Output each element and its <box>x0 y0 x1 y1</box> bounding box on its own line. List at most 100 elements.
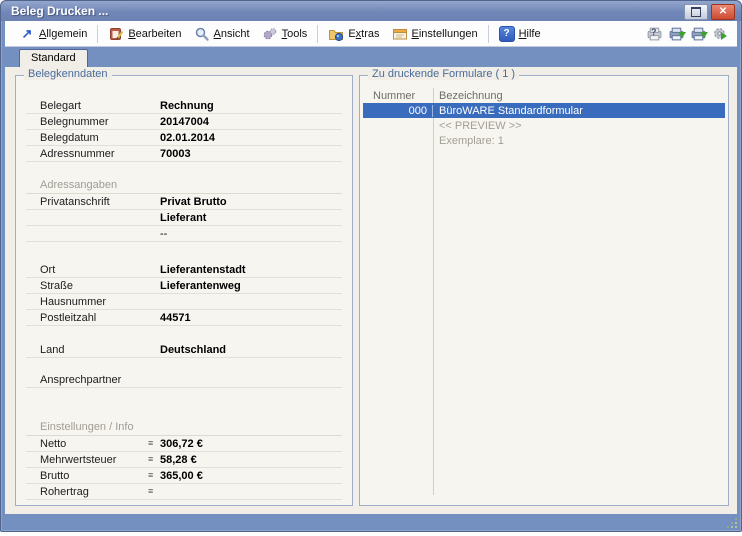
field-row: Lieferant <box>26 210 342 226</box>
cell-nummer: 000 <box>363 104 433 117</box>
field-label: Adressnummer <box>40 147 115 160</box>
menu-separator <box>487 24 489 43</box>
field-value: 70003 <box>160 147 191 160</box>
field-value: 365,00 € <box>160 469 203 482</box>
belegkenndaten-panel: Belegkenndaten Belegart Rechnung Belegnumm… <box>15 68 353 506</box>
field-label: Privatanschrift <box>40 195 110 208</box>
table-row[interactable]: Exemplare: 1 <box>363 133 725 148</box>
field-value: 02.01.2014 <box>160 131 216 144</box>
field-row: Brutto ≡ 365,00 € <box>26 468 342 484</box>
menu-hilfe[interactable]: ? Hilfe <box>493 24 547 44</box>
field-row: Belegdatum 02.01.2014 <box>26 130 342 146</box>
field-row: Land Deutschland <box>26 342 342 358</box>
field-label: Belegnummer <box>40 115 109 128</box>
menu-bearbeiten[interactable]: Bearbeiten <box>102 24 187 44</box>
menu-label: Allgemein <box>39 27 88 40</box>
value-marker-icon: ≡ <box>148 470 154 480</box>
question-overlay-icon: ? <box>651 27 657 37</box>
menu-label: Ansicht <box>213 27 250 40</box>
resize-grip[interactable] <box>724 516 738 529</box>
toolbar-right: ? <box>646 25 737 42</box>
table-row[interactable]: << PREVIEW >> <box>363 118 725 133</box>
value-marker-icon: ≡ <box>148 454 154 464</box>
green-down-arrow-icon <box>700 32 708 42</box>
field-label: Mehrwertsteuer <box>40 453 117 466</box>
content-area: Belegkenndaten Belegart Rechnung Belegnumm… <box>5 67 737 514</box>
field-row: Privatanschrift Privat Brutto <box>26 194 342 210</box>
field-value: Lieferant <box>160 211 207 224</box>
field-value: Deutschland <box>160 343 227 356</box>
value-marker-icon: ≡ <box>148 486 154 496</box>
form-settings-button[interactable] <box>712 25 729 42</box>
menu-separator <box>317 24 319 43</box>
field-label: Postleitzahl <box>40 311 97 324</box>
field-label: Rohertrag <box>40 485 89 498</box>
field-value: Privat Brutto <box>160 195 227 208</box>
field-label: Netto <box>40 437 67 450</box>
titlebar[interactable]: Beleg Drucken ... ✕ <box>1 1 741 21</box>
field-label: Ort <box>40 263 56 276</box>
field-label: Belegdatum <box>40 131 99 144</box>
field-row: Rohertrag ≡ <box>26 484 342 500</box>
form-export-button[interactable] <box>668 25 686 42</box>
field-value: Rechnung <box>160 99 214 112</box>
field-value: Lieferantenstadt <box>160 263 246 276</box>
form-import-button[interactable] <box>690 25 708 42</box>
field-value: 58,28 € <box>160 453 197 466</box>
close-icon: ✕ <box>718 6 728 17</box>
field-row: Netto ≡ 306,72 € <box>26 436 342 452</box>
folder-globe-icon <box>328 26 344 42</box>
print-help-button[interactable]: ? <box>646 25 663 42</box>
beleg-drucken-window: Beleg Drucken ... ✕ ↗ Allgemein Bearbeit… <box>0 0 742 532</box>
tab-strip: Standard <box>5 47 737 67</box>
menu-label: Hilfe <box>518 27 541 40</box>
green-down-arrow-icon <box>678 32 686 42</box>
field-row: Belegnummer 20147004 <box>26 114 342 130</box>
menu-label: Bearbeiten <box>128 27 182 40</box>
table-row[interactable]: 000 BüroWARE Standardformular <box>363 103 725 118</box>
maximize-icon <box>691 7 701 17</box>
menu-tools[interactable]: Tools <box>256 24 314 44</box>
maximize-button[interactable] <box>684 4 708 20</box>
cell-bezeichnung: BüroWARE Standardformular <box>439 104 583 117</box>
panel-title-formulare: Zu druckende Formulare ( 1 ) <box>368 68 520 80</box>
window-title: Beleg Drucken ... <box>11 4 109 18</box>
gears-icon <box>262 26 278 42</box>
green-right-arrow-icon <box>721 32 731 40</box>
field-value: 20147004 <box>160 115 209 128</box>
menu-extras[interactable]: Extras <box>322 24 385 44</box>
window-controls: ✕ <box>684 4 735 20</box>
form-list: 000 BüroWARE Standardformular << PREVIEW >… <box>363 103 725 148</box>
cell-bezeichnung: << PREVIEW >> <box>439 119 522 132</box>
column-header-nummer[interactable]: Nummer <box>363 90 433 102</box>
tab-standard[interactable]: Standard <box>19 49 88 67</box>
edit-notebook-icon <box>108 26 124 42</box>
menu-allgemein[interactable]: ↗ Allgemein <box>13 24 93 44</box>
menu-einstellungen[interactable]: Einstellungen <box>386 24 484 44</box>
menu-bar: ↗ Allgemein Bearbeiten Ansicht Tools Ext… <box>5 21 737 47</box>
value-marker-icon: ≡ <box>148 438 154 448</box>
field-row: Ort Lieferantenstadt <box>26 262 342 278</box>
magnifier-icon <box>194 26 210 42</box>
table-header: Nummer Bezeichnung <box>363 88 725 103</box>
field-label: Straße <box>40 279 74 292</box>
field-value: -- <box>160 227 168 240</box>
panel-title-belegkenndaten: Belegkenndaten <box>24 68 112 80</box>
field-row: Straße Lieferantenweg <box>26 278 342 294</box>
field-row: Mehrwertsteuer ≡ 58,28 € <box>26 452 342 468</box>
section-header: Adressangaben <box>26 178 342 194</box>
column-header-bezeichnung[interactable]: Bezeichnung <box>433 90 503 102</box>
field-row: Postleitzahl 44571 <box>26 310 342 326</box>
column-divider <box>433 88 434 495</box>
close-button[interactable]: ✕ <box>711 4 735 20</box>
settings-window-icon <box>392 26 408 42</box>
help-icon: ? <box>498 25 515 42</box>
field-value: 44571 <box>160 311 191 324</box>
formulare-panel: Zu druckende Formulare ( 1 ) Nummer Beze… <box>359 68 729 506</box>
menu-ansicht[interactable]: Ansicht <box>188 24 256 44</box>
field-label: Land <box>40 343 65 356</box>
